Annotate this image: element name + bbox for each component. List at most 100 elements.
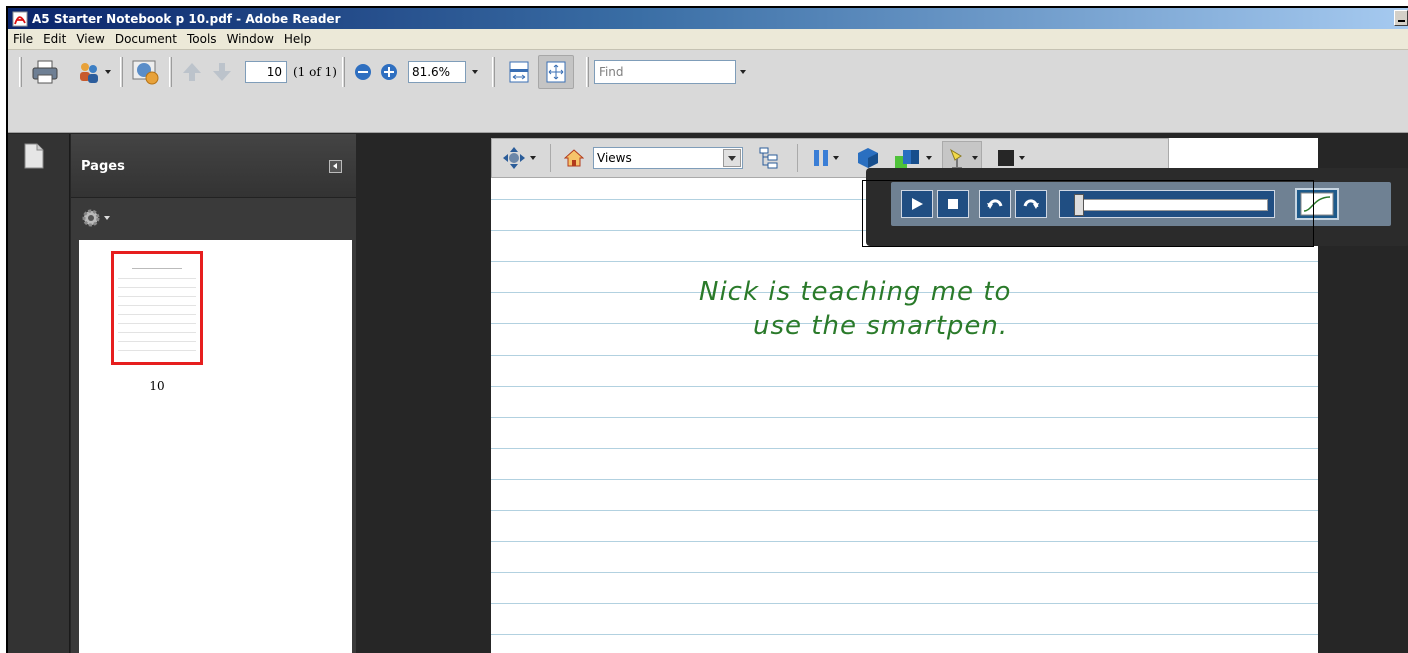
views-select[interactable]: Views [593, 147, 743, 169]
tree-icon [759, 147, 778, 169]
zoom-out-button[interactable] [350, 57, 376, 87]
navigation-strip [8, 134, 70, 653]
speed-curve-button[interactable] [1295, 188, 1339, 220]
slider-track [1082, 199, 1268, 211]
previous-page-button[interactable] [177, 57, 207, 87]
chevron-down-icon [971, 156, 978, 160]
stop-button[interactable] [937, 190, 969, 218]
collaborate-button[interactable] [128, 57, 164, 87]
menu-help[interactable]: Help [279, 32, 316, 46]
toolbar-grip[interactable] [19, 57, 22, 87]
zoom-out-icon [354, 64, 371, 80]
separator [550, 144, 551, 172]
panel-options-row [71, 198, 356, 238]
redo-arrow-icon [1023, 199, 1039, 209]
page-thumbnail[interactable] [111, 251, 203, 365]
pages-icon[interactable] [23, 142, 45, 170]
toolbar-grip [491, 57, 495, 87]
chevron-down-icon [1018, 156, 1025, 160]
pages-panel-header: Pages [71, 134, 356, 198]
menu-view[interactable]: View [71, 32, 109, 46]
document-area: Nick is teaching me to use the smartpen. [356, 134, 1408, 653]
toolbar-grip [120, 57, 123, 87]
pages-panel-title: Pages [81, 159, 125, 174]
chevron-down-icon [925, 156, 932, 160]
gear-icon [82, 209, 100, 227]
menu-bar: File Edit View Document Tools Window Hel… [8, 29, 1408, 50]
arrow-up-icon [183, 63, 201, 81]
forward-button[interactable] [1015, 190, 1047, 218]
handwriting-line-2: use the smartpen. [753, 311, 1008, 341]
undo-arrow-icon [987, 199, 1003, 209]
pause-icon [813, 150, 828, 166]
cube-icon [858, 148, 878, 168]
animation-controls [891, 182, 1391, 226]
rotate-3d-icon [502, 147, 525, 169]
next-page-button[interactable] [207, 57, 237, 87]
toolbar-grip [341, 57, 345, 87]
animation-button[interactable] [808, 143, 842, 173]
menu-document[interactable]: Document [110, 32, 182, 46]
zoom-level-input[interactable]: 81.6% [407, 61, 466, 83]
find-dropdown-button[interactable] [736, 57, 748, 87]
menu-edit[interactable]: Edit [38, 32, 71, 46]
adobe-reader-window: A5 Starter Notebook p 10.pdf - Adobe Rea… [6, 6, 1408, 653]
menu-window[interactable]: Window [222, 32, 279, 46]
model-tree-button[interactable] [751, 143, 787, 173]
handwritten-text: Nick is teaching me to use the smartpen. [699, 277, 1011, 341]
play-button[interactable] [901, 190, 933, 218]
chevron-down-icon [832, 156, 839, 160]
animation-slider[interactable] [1059, 190, 1275, 218]
stop-icon [948, 199, 958, 209]
title-bar: A5 Starter Notebook p 10.pdf - Adobe Rea… [8, 8, 1408, 29]
chevron-down-icon [740, 70, 747, 74]
collapse-panel-button[interactable] [329, 160, 342, 173]
window-title: A5 Starter Notebook p 10.pdf - Adobe Rea… [32, 11, 341, 26]
cubes-icon [894, 150, 919, 168]
pdf-icon [12, 11, 28, 26]
chevron-down-icon [104, 216, 110, 220]
separator [797, 144, 798, 172]
toolbar-grip [585, 57, 589, 87]
3d-rotate-button[interactable] [496, 143, 540, 173]
globe-gear-icon [132, 60, 159, 85]
people-icon [79, 63, 98, 83]
chevron-down-icon [472, 70, 479, 74]
chevron-down-icon [104, 70, 111, 74]
slider-handle[interactable] [1074, 194, 1084, 216]
main-toolbar: 10 (1 of 1) 81.6% Find [8, 50, 1408, 133]
views-select-value: Views [597, 151, 632, 165]
menu-tools[interactable]: Tools [182, 32, 222, 46]
pages-panel: Pages 10 [71, 134, 356, 653]
color-swatch-icon [997, 150, 1014, 166]
fit-width-button[interactable] [500, 57, 538, 87]
fit-page-button[interactable] [537, 55, 574, 89]
print-button[interactable] [27, 57, 63, 87]
curve-icon [1300, 192, 1334, 216]
home-icon [564, 149, 584, 167]
fit-width-icon [509, 61, 529, 83]
chevron-down-icon[interactable] [723, 149, 741, 167]
menu-file[interactable]: File [8, 32, 38, 46]
options-button[interactable] [81, 203, 110, 233]
play-icon [912, 198, 923, 210]
thumbnail-page-label: 10 [149, 379, 165, 393]
fit-page-icon [546, 61, 566, 83]
zoom-dropdown-button[interactable] [466, 57, 482, 87]
animation-panel [866, 168, 1408, 246]
page-number-input[interactable]: 10 [245, 61, 287, 83]
thumbnail-area: 10 [79, 240, 352, 653]
arrow-down-icon [213, 63, 231, 81]
chevron-down-icon [529, 156, 536, 160]
handwriting-line-1: Nick is teaching me to [699, 277, 1011, 307]
page-count: (1 of 1) [293, 65, 337, 79]
lamp-icon [949, 148, 962, 169]
rewind-button[interactable] [979, 190, 1011, 218]
home-view-button[interactable] [561, 143, 587, 173]
zoom-in-button[interactable] [376, 57, 402, 87]
share-button[interactable] [71, 57, 115, 87]
minimize-button[interactable] [1394, 10, 1408, 26]
zoom-in-icon [380, 64, 397, 80]
printer-icon [32, 60, 58, 84]
find-input[interactable]: Find [593, 60, 736, 84]
